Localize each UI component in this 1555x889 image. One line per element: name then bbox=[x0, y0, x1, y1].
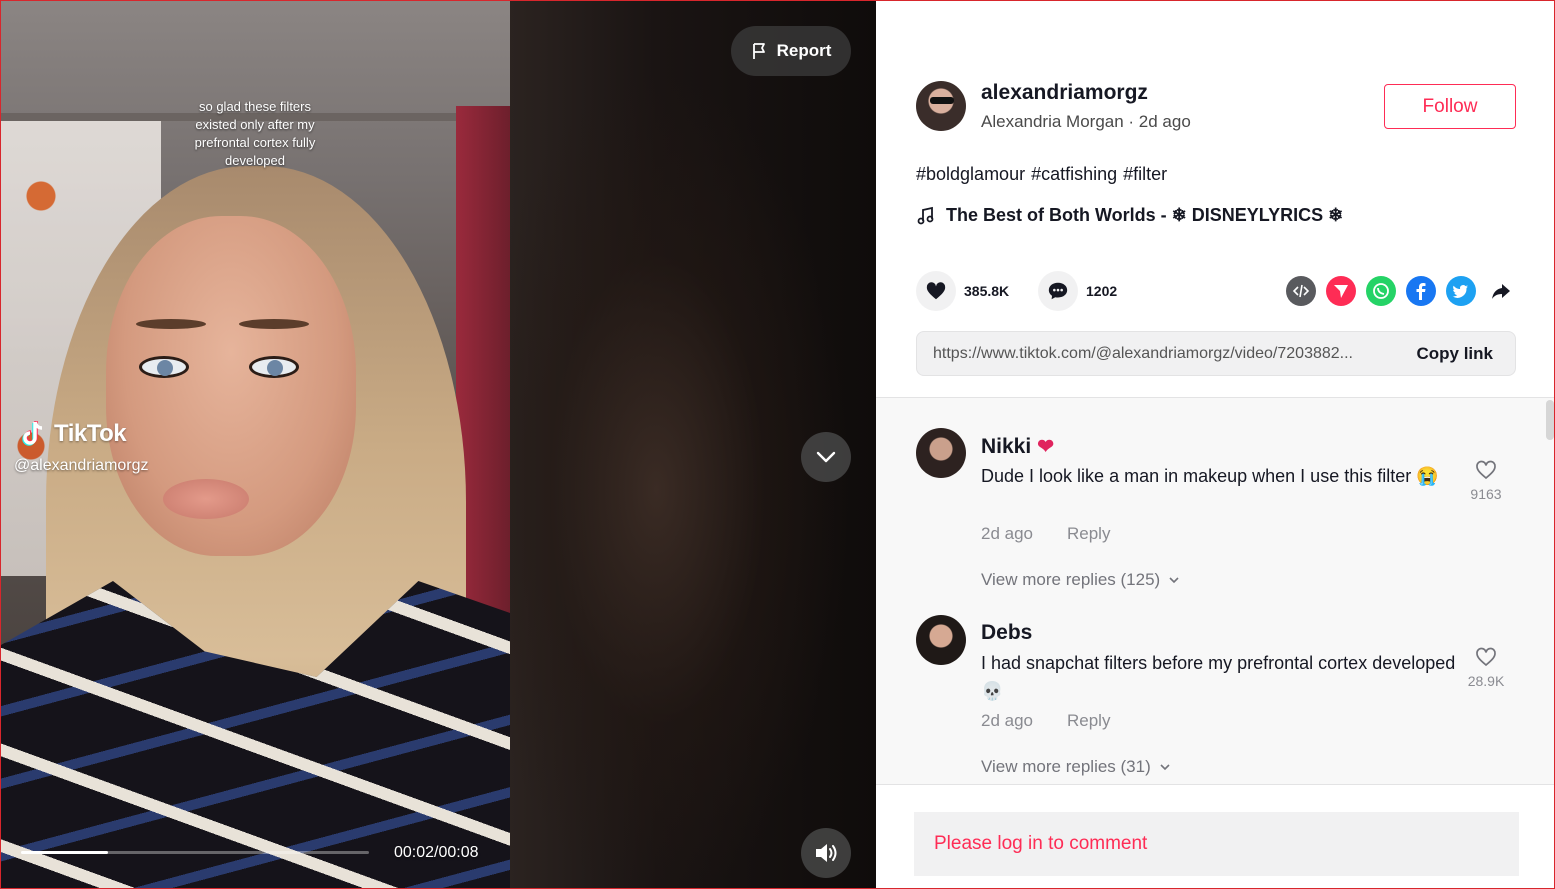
tiktok-watermark: TikTok bbox=[18, 419, 127, 449]
left-eye bbox=[139, 356, 189, 378]
comment-list[interactable]: Nikki ❤ Dude I look like a man in makeup… bbox=[876, 397, 1554, 785]
red-heart-emoji: ❤ bbox=[1037, 436, 1054, 458]
comment-meta: 2d ago Reply bbox=[981, 524, 1110, 544]
like-button[interactable]: 385.8K bbox=[916, 271, 1009, 311]
chevron-down-icon bbox=[1160, 764, 1170, 771]
share-arrow-icon[interactable] bbox=[1486, 276, 1516, 306]
comment-time: 2d ago bbox=[981, 524, 1033, 543]
comment-text: I had snapchat filters before my prefron… bbox=[981, 653, 1456, 701]
music-link[interactable]: The Best of Both Worlds - ❄ DISNEYLYRICS… bbox=[916, 205, 1343, 226]
commenter-name-text: Nikki bbox=[981, 434, 1032, 458]
comment-like-count: 9163 bbox=[1470, 486, 1502, 502]
commenter-name-text: Debs bbox=[981, 621, 1033, 644]
heart-outline-icon bbox=[1476, 647, 1496, 667]
author-username[interactable]: alexandriamorgz bbox=[981, 81, 1148, 105]
speaker-icon bbox=[816, 844, 837, 862]
video-progress-bar[interactable] bbox=[21, 851, 369, 854]
comment-scrollbar[interactable] bbox=[1546, 400, 1554, 440]
commenter-name[interactable]: Debs bbox=[981, 621, 1032, 645]
view-more-replies-label: View more replies (125) bbox=[981, 570, 1161, 589]
view-more-replies-label: View more replies (31) bbox=[981, 757, 1151, 776]
hashtag-link[interactable]: #boldglamour bbox=[916, 164, 1025, 185]
hashtag-link[interactable]: #catfishing bbox=[1031, 164, 1117, 185]
right-eye bbox=[249, 356, 299, 378]
copy-link-button[interactable]: Copy link bbox=[1416, 344, 1493, 364]
video-link-url[interactable]: https://www.tiktok.com/@alexandriamorgz/… bbox=[933, 345, 1393, 363]
reply-button[interactable]: Reply bbox=[1067, 524, 1110, 544]
twitter-bird-icon bbox=[1452, 285, 1468, 298]
heart-icon bbox=[926, 282, 946, 300]
comment-like-button[interactable]: 9163 bbox=[1456, 458, 1516, 502]
commenter-name[interactable]: Nikki ❤ bbox=[981, 434, 1054, 459]
music-note-icon bbox=[917, 206, 934, 224]
video-link-box: https://www.tiktok.com/@alexandriamorgz/… bbox=[916, 331, 1516, 376]
view-more-replies[interactable]: View more replies (125) bbox=[981, 570, 1180, 590]
comment-time: 2d ago bbox=[981, 711, 1033, 730]
view-more-replies[interactable]: View more replies (31) bbox=[981, 757, 1171, 777]
like-count: 385.8K bbox=[964, 283, 1010, 299]
chevron-down-icon bbox=[1169, 577, 1179, 584]
left-eyebrow bbox=[136, 319, 206, 329]
embed-icon[interactable] bbox=[1286, 276, 1316, 306]
video-time-readout: 00:02/00:08 bbox=[394, 844, 479, 861]
follow-button[interactable]: Follow bbox=[1384, 84, 1516, 129]
video-progress-fill bbox=[21, 851, 108, 854]
comment-meta: 2d ago Reply bbox=[981, 711, 1110, 731]
video-player[interactable]: so glad these filters existed only after… bbox=[1, 1, 510, 888]
hashtag-list: #boldglamour #catfishing #filter bbox=[916, 164, 1167, 185]
tiktok-logo-icon bbox=[22, 421, 43, 446]
comment-item: Debs I had snapchat filters before my pr… bbox=[916, 615, 1516, 784]
login-to-comment-button[interactable]: Please log in to comment bbox=[914, 812, 1519, 876]
comment-button[interactable]: 1202 bbox=[1038, 271, 1117, 311]
music-title: The Best of Both Worlds - ❄ DISNEYLYRICS… bbox=[946, 205, 1344, 225]
commenter-avatar[interactable] bbox=[916, 428, 966, 478]
reply-button[interactable]: Reply bbox=[1067, 711, 1110, 731]
video-caption-overlay: so glad these filters existed only after… bbox=[194, 99, 316, 168]
share-icons bbox=[1286, 276, 1516, 306]
comment-like-button[interactable]: 28.9K bbox=[1456, 645, 1516, 689]
tiktok-wordmark: TikTok bbox=[54, 420, 127, 447]
send-to-friends-icon[interactable] bbox=[1326, 276, 1356, 306]
next-video-button[interactable] bbox=[801, 432, 851, 482]
comment-circle bbox=[1038, 271, 1078, 311]
comment-text: Dude I look like a man in makeup when I … bbox=[981, 466, 1439, 486]
comment-bubble-icon bbox=[1048, 282, 1068, 300]
author-meta: Alexandria Morgan · 2d ago bbox=[981, 112, 1191, 131]
facebook-f-icon bbox=[1416, 283, 1426, 300]
author-avatar[interactable] bbox=[916, 81, 966, 131]
report-label: Report bbox=[776, 41, 832, 60]
volume-button[interactable] bbox=[801, 828, 851, 878]
person-lips bbox=[163, 479, 249, 519]
report-button[interactable]: Report bbox=[731, 26, 851, 76]
like-circle bbox=[916, 271, 956, 311]
avatar-glasses bbox=[930, 97, 954, 104]
forward-arrow-icon bbox=[1492, 284, 1510, 299]
tiktok-video-page: so glad these filters existed only after… bbox=[0, 0, 1555, 889]
facebook-icon[interactable] bbox=[1406, 276, 1436, 306]
whatsapp-icon[interactable] bbox=[1366, 276, 1396, 306]
commenter-avatar[interactable] bbox=[916, 615, 966, 665]
flag-icon bbox=[752, 43, 765, 59]
watermark-handle: @alexandriamorgz bbox=[14, 457, 149, 474]
paper-plane-icon bbox=[1334, 285, 1348, 298]
comment-like-count: 28.9K bbox=[1467, 673, 1505, 689]
chevron-down-icon bbox=[816, 451, 836, 463]
code-brackets-icon bbox=[1292, 284, 1310, 298]
details-panel: alexandriamorgz Alexandria Morgan · 2d a… bbox=[876, 1, 1554, 888]
right-eyebrow bbox=[239, 319, 309, 329]
video-area: so glad these filters existed only after… bbox=[1, 1, 876, 888]
hashtag-link[interactable]: #filter bbox=[1123, 164, 1167, 185]
whatsapp-phone-icon bbox=[1373, 283, 1389, 299]
twitter-icon[interactable] bbox=[1446, 276, 1476, 306]
heart-outline-icon bbox=[1476, 460, 1496, 480]
comment-item: Nikki ❤ Dude I look like a man in makeup… bbox=[916, 428, 1516, 598]
comment-count: 1202 bbox=[1086, 283, 1118, 299]
